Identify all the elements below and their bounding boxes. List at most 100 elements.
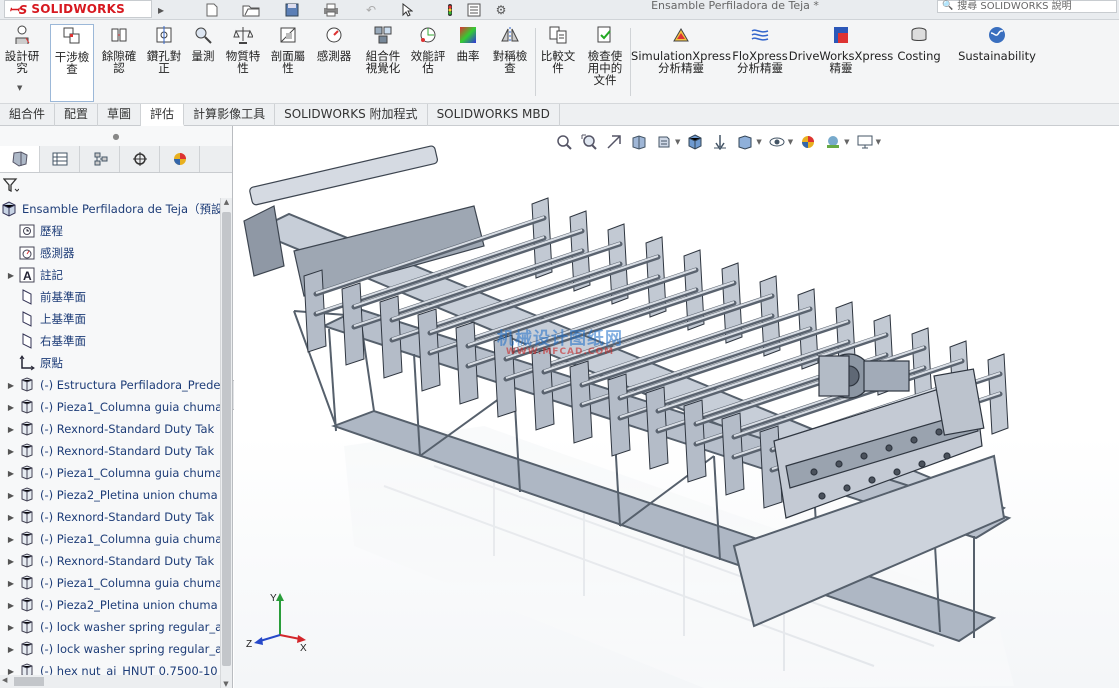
undo-icon[interactable]: ↶ bbox=[360, 1, 382, 18]
zoom-to-fit-icon[interactable] bbox=[554, 132, 574, 152]
configuration-manager-tab[interactable] bbox=[80, 146, 120, 172]
tree-item-1[interactable]: 感測器 bbox=[0, 242, 220, 264]
check-active-document-button[interactable]: 檢查使 用中的 文件 bbox=[585, 24, 625, 102]
tab-0[interactable]: 組合件 bbox=[0, 104, 56, 126]
save-icon[interactable] bbox=[283, 1, 301, 18]
tree-item-6[interactable]: 原點 bbox=[0, 352, 220, 374]
tree-item-15[interactable]: ▶ (-) Rexnord-Standard Duty Tak bbox=[0, 550, 220, 572]
tree-item-10[interactable]: ▶ (-) Rexnord-Standard Duty Tak bbox=[0, 440, 220, 462]
expand-arrow-icon[interactable]: ▶ bbox=[4, 623, 18, 632]
select-cursor-icon[interactable] bbox=[398, 1, 416, 18]
tab-6[interactable]: SOLIDWORKS MBD bbox=[428, 104, 560, 126]
section-view-icon[interactable] bbox=[629, 132, 649, 152]
tree-filter-icon[interactable] bbox=[0, 173, 232, 198]
menu-expand-icon[interactable]: ▸ bbox=[156, 1, 166, 18]
tree-item-root-assembly[interactable]: Ensamble Perfiladora de Teja（預設 bbox=[0, 198, 220, 220]
tree-vertical-scrollbar[interactable]: ▲ ▼ bbox=[220, 198, 232, 688]
scroll-up-icon[interactable]: ▲ bbox=[221, 198, 232, 206]
scroll-down-icon[interactable]: ▼ bbox=[221, 680, 231, 688]
tree-hscroll-thumb[interactable] bbox=[14, 677, 44, 686]
display-style-caret[interactable]: ▼ bbox=[756, 138, 761, 146]
display-manager-tab[interactable] bbox=[160, 146, 200, 172]
model-assembly-render[interactable] bbox=[234, 126, 1119, 688]
help-search-input[interactable]: 🔍 搜尋 SOLIDWORKS 說明 bbox=[937, 0, 1117, 13]
expand-arrow-icon[interactable]: ▶ bbox=[4, 601, 18, 610]
expand-arrow-icon[interactable]: ▶ bbox=[4, 557, 18, 566]
tree-item-18[interactable]: ▶ (-) lock washer spring regular_a bbox=[0, 616, 220, 638]
previous-view-icon[interactable] bbox=[604, 132, 624, 152]
floxpress-button[interactable]: FloXpress 分析精靈 bbox=[732, 24, 788, 102]
tree-item-16[interactable]: ▶ (-) Pieza1_Columna guia chuma bbox=[0, 572, 220, 594]
expand-arrow-icon[interactable]: ▶ bbox=[4, 491, 18, 500]
expand-arrow-icon[interactable]: ▶ bbox=[4, 425, 18, 434]
tree-item-7[interactable]: ▶ (-) Estructura Perfiladora_Prede bbox=[0, 374, 220, 396]
solidworks-logo[interactable]: ꟷS SOLIDWORKS bbox=[4, 0, 152, 18]
performance-evaluation-button[interactable]: 效能評 估 bbox=[408, 24, 448, 102]
tree-item-13[interactable]: ▶ (-) Rexnord-Standard Duty Tak bbox=[0, 506, 220, 528]
tree-item-2[interactable]: ▶ A 註記 bbox=[0, 264, 220, 286]
tab-5[interactable]: SOLIDWORKS 附加程式 bbox=[275, 104, 428, 126]
scene-icon[interactable] bbox=[823, 132, 843, 152]
tree-scroll-thumb[interactable] bbox=[222, 212, 231, 666]
tree-item-17[interactable]: ▶ (-) Pieza2_Pletina union chuma bbox=[0, 594, 220, 616]
panel-grip-handle[interactable]: ● bbox=[0, 126, 232, 146]
tab-3[interactable]: 評估 bbox=[141, 104, 185, 126]
curvature-button[interactable]: 曲率 bbox=[455, 24, 481, 102]
dynamic-annotation-icon[interactable] bbox=[654, 132, 674, 152]
expand-arrow-icon[interactable]: ▶ bbox=[4, 645, 18, 654]
tree-item-19[interactable]: ▶ (-) lock washer spring regular_a bbox=[0, 638, 220, 660]
hide-show-caret[interactable]: ▼ bbox=[788, 138, 793, 146]
expand-arrow-icon[interactable]: ▶ bbox=[4, 579, 18, 588]
expand-arrow-icon[interactable]: ▶ bbox=[4, 513, 18, 522]
tab-4[interactable]: 計算影像工具 bbox=[184, 104, 276, 126]
tree-item-3[interactable]: 前基準面 bbox=[0, 286, 220, 308]
expand-arrow-icon[interactable]: ▶ bbox=[4, 381, 18, 390]
view-orientation-icon[interactable] bbox=[685, 132, 705, 152]
compare-documents-button[interactable]: 比較文 件 bbox=[540, 24, 576, 102]
expand-arrow-icon[interactable]: ▶ bbox=[4, 469, 18, 478]
expand-arrow-icon[interactable]: ▶ bbox=[4, 447, 18, 456]
tab-1[interactable]: 配置 bbox=[55, 104, 99, 126]
expand-arrow-icon[interactable]: ▶ bbox=[4, 535, 18, 544]
print-icon[interactable] bbox=[320, 1, 342, 18]
edit-appearance-eye-icon[interactable] bbox=[767, 132, 787, 152]
costing-button[interactable]: Costing bbox=[896, 24, 942, 102]
appearance-icon[interactable] bbox=[798, 132, 818, 152]
tree-item-0[interactable]: 歷程 bbox=[0, 220, 220, 242]
tree-item-14[interactable]: ▶ (-) Pieza1_Columna guia chuma bbox=[0, 528, 220, 550]
zoom-to-area-icon[interactable] bbox=[579, 132, 599, 152]
symmetry-check-button[interactable]: 對稱檢 查 bbox=[490, 24, 530, 102]
assembly-visualization-button[interactable]: 組合件 視覺化 bbox=[363, 24, 403, 102]
feature-manager-tab[interactable] bbox=[0, 146, 40, 172]
scroll-left-icon[interactable]: ◀ bbox=[2, 676, 7, 684]
tab-2[interactable]: 草圖 bbox=[98, 104, 142, 126]
options-gear-icon[interactable]: ⚙ bbox=[490, 1, 512, 18]
open-document-icon[interactable] bbox=[240, 1, 262, 18]
measure-button[interactable]: 量測 bbox=[190, 24, 216, 102]
view-settings-monitor-icon[interactable] bbox=[855, 132, 875, 152]
scene-caret[interactable]: ▼ bbox=[844, 138, 849, 146]
tree-horizontal-scrollbar[interactable]: ◀ bbox=[0, 675, 220, 688]
sustainability-button[interactable]: Sustainability bbox=[958, 24, 1036, 102]
view-settings-caret[interactable]: ▼ bbox=[876, 138, 881, 146]
tree-item-9[interactable]: ▶ (-) Rexnord-Standard Duty Tak bbox=[0, 418, 220, 440]
display-style-icon[interactable] bbox=[710, 132, 730, 152]
expand-arrow-icon[interactable]: ▶ bbox=[4, 403, 18, 412]
interference-check-button[interactable]: 干涉檢 查 bbox=[50, 24, 94, 102]
tree-item-5[interactable]: 右基準面 bbox=[0, 330, 220, 352]
new-document-icon[interactable] bbox=[204, 1, 220, 18]
dimxpert-manager-tab[interactable] bbox=[120, 146, 160, 172]
property-manager-tab[interactable] bbox=[40, 146, 80, 172]
sensor-button[interactable]: 感測器 bbox=[315, 24, 353, 102]
tree-item-8[interactable]: ▶ (-) Pieza1_Columna guia chuma bbox=[0, 396, 220, 418]
graphics-viewport[interactable]: ▼ ▼ ▼ ▼ ▼ 机械设计图纸网 WWW.MFCAD.COM Y X Z bbox=[234, 126, 1119, 688]
expand-arrow-icon[interactable]: ▶ bbox=[4, 271, 18, 280]
hide-show-items-icon[interactable] bbox=[735, 132, 755, 152]
section-properties-button[interactable]: 剖面屬 性 bbox=[270, 24, 306, 102]
file-properties-icon[interactable] bbox=[466, 1, 482, 18]
clearance-button[interactable]: 餘隙確 認 bbox=[100, 24, 138, 102]
driveworksxpress-button[interactable]: DriveWorksXpress 精靈 bbox=[789, 24, 893, 102]
rebuild-icon[interactable] bbox=[442, 1, 458, 18]
design-study-dropdown-icon[interactable]: ▼ bbox=[17, 84, 22, 92]
hole-alignment-button[interactable]: 鑽孔對 正 bbox=[146, 24, 182, 102]
